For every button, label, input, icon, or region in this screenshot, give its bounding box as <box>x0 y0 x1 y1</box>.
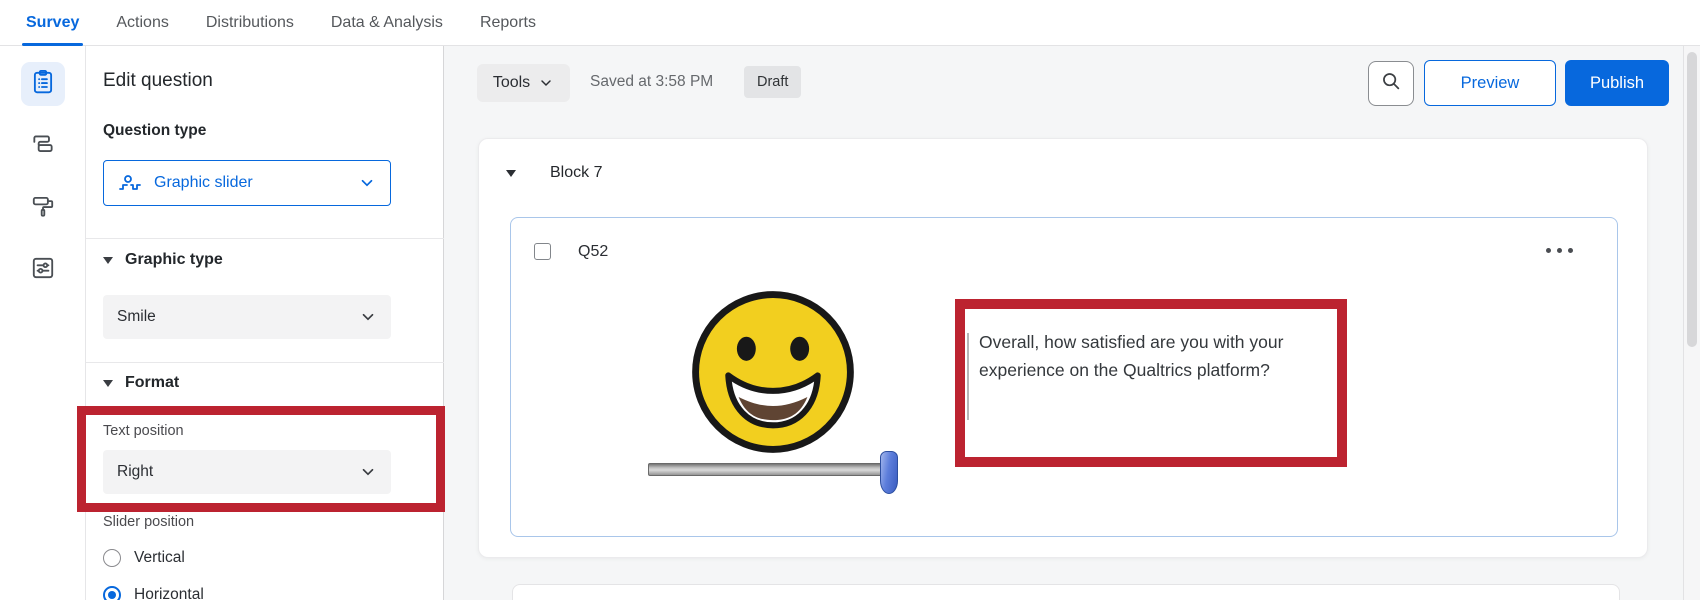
edit-question-panel: Edit question Question type Graphic slid… <box>86 46 444 600</box>
preview-button[interactable]: Preview <box>1424 60 1556 106</box>
format-label: Format <box>125 374 179 392</box>
radio-circle-selected-icon <box>103 586 121 600</box>
left-icon-rail <box>0 46 86 600</box>
chevron-down-icon <box>359 308 377 326</box>
top-nav: Survey Actions Distributions Data & Anal… <box>0 0 1700 46</box>
paint-roller-icon <box>30 193 56 224</box>
tab-actions[interactable]: Actions <box>116 0 168 46</box>
panel-divider <box>86 362 444 363</box>
tools-label: Tools <box>493 74 530 92</box>
survey-flow-button[interactable] <box>21 124 65 168</box>
survey-builder-button[interactable] <box>21 62 65 106</box>
radio-horizontal[interactable]: Horizontal <box>103 586 204 600</box>
question-text[interactable]: Overall, how satisfied are you with your… <box>979 329 1301 384</box>
scrollbar-thumb[interactable] <box>1687 52 1697 347</box>
saved-status-text: Saved at 3:58 PM <box>590 73 713 91</box>
survey-options-button[interactable] <box>21 248 65 292</box>
text-position-label: Text position <box>103 423 184 439</box>
question-checkbox[interactable] <box>534 243 551 260</box>
panel-title: Edit question <box>103 70 213 92</box>
slider-position-label: Slider position <box>103 514 194 530</box>
tab-survey[interactable]: Survey <box>26 0 79 46</box>
block-title: Block 7 <box>550 164 602 182</box>
graphic-type-section-header[interactable]: Graphic type <box>103 251 223 269</box>
graphic-type-dropdown[interactable]: Smile <box>103 295 391 339</box>
chevron-down-icon <box>538 75 554 91</box>
text-position-value: Right <box>117 463 153 481</box>
search-icon <box>1380 70 1402 97</box>
collapse-triangle-icon <box>103 257 113 264</box>
question-id: Q52 <box>578 243 608 261</box>
collapse-triangle-icon <box>103 380 113 387</box>
format-section-header[interactable]: Format <box>103 374 179 392</box>
tab-data-analysis[interactable]: Data & Analysis <box>331 0 443 46</box>
look-and-feel-button[interactable] <box>21 186 65 230</box>
clipboard-list-icon <box>30 69 56 100</box>
graphic-slider-icon <box>118 171 142 195</box>
question-type-label: Question type <box>103 122 206 140</box>
text-position-dropdown[interactable]: Right <box>103 450 391 494</box>
collapse-triangle-icon <box>506 170 516 177</box>
graphic-slider-handle[interactable] <box>880 451 898 494</box>
flow-blocks-icon <box>30 131 56 162</box>
settings-sliders-icon <box>30 255 56 286</box>
radio-vertical-label: Vertical <box>134 549 185 567</box>
block-collapse-header[interactable]: Block 7 <box>506 164 602 182</box>
publish-button[interactable]: Publish <box>1565 60 1669 106</box>
search-button[interactable] <box>1368 61 1414 106</box>
chevron-down-icon <box>359 463 377 481</box>
panel-divider <box>86 238 444 239</box>
radio-vertical[interactable]: Vertical <box>103 549 185 567</box>
radio-circle-icon <box>103 549 121 567</box>
question-menu-kebab-icon[interactable] <box>1546 248 1573 253</box>
graphic-type-value: Smile <box>117 308 156 326</box>
tab-reports[interactable]: Reports <box>480 0 536 46</box>
tools-button[interactable]: Tools <box>477 64 570 102</box>
next-question-card[interactable] <box>512 584 1620 600</box>
draft-badge-label: Draft <box>757 74 788 90</box>
graphic-slider-track[interactable] <box>648 463 891 476</box>
question-type-dropdown[interactable]: Graphic slider <box>103 160 391 206</box>
draft-status-badge: Draft <box>744 66 801 98</box>
chevron-down-icon <box>358 174 376 192</box>
graphic-type-label: Graphic type <box>125 251 223 269</box>
radio-horizontal-label: Horizontal <box>134 586 204 600</box>
question-text-left-bar <box>967 333 969 420</box>
tab-distributions[interactable]: Distributions <box>206 0 294 46</box>
question-type-value: Graphic slider <box>154 174 253 192</box>
smiley-face-graphic <box>687 286 859 463</box>
